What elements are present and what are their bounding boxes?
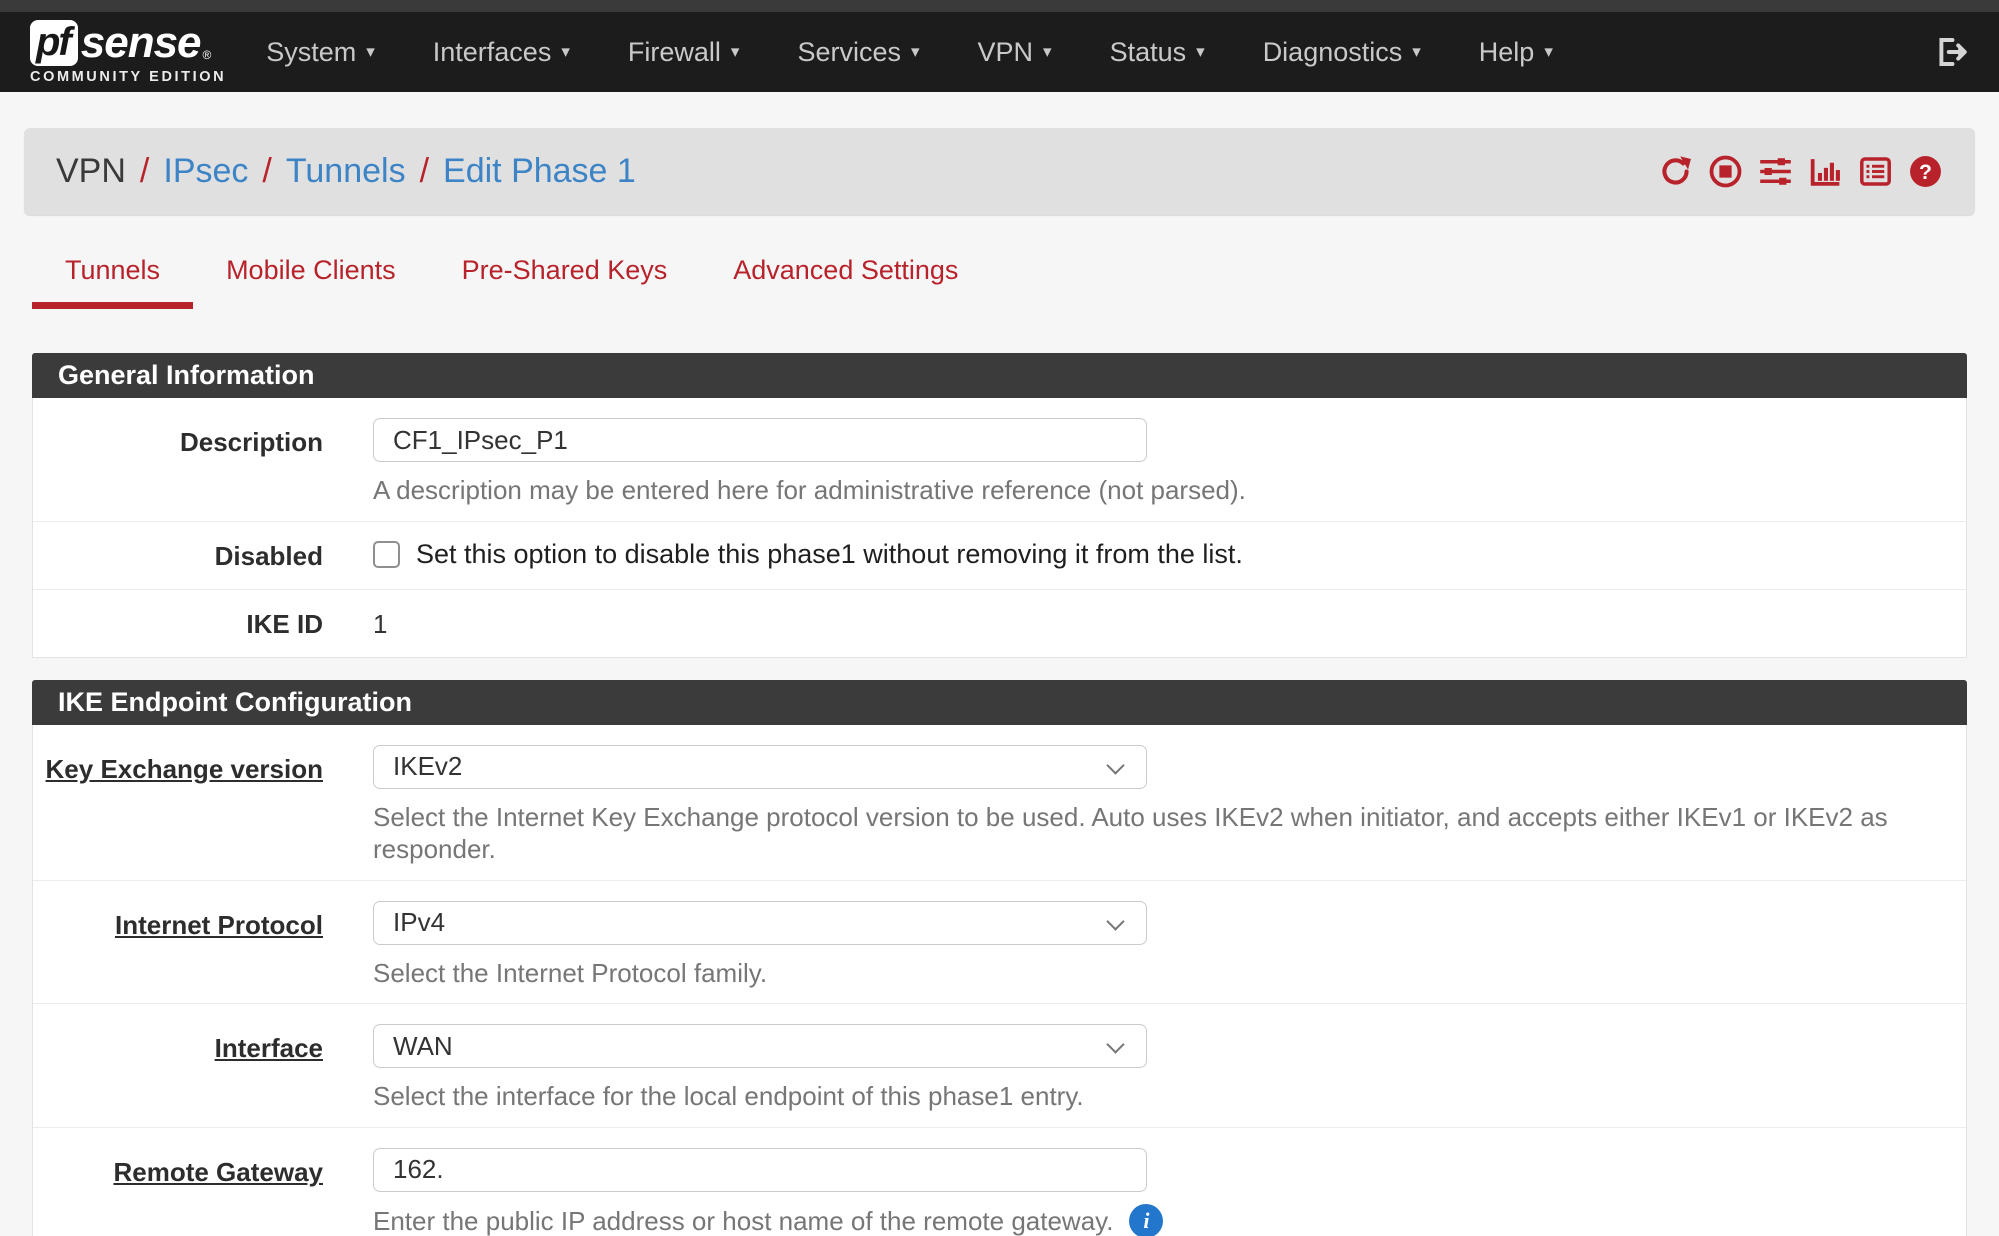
general-information-panel: General Information Description A descri… (32, 353, 1967, 658)
interface-help: Select the interface for the local endpo… (373, 1080, 1966, 1113)
panel-title: General Information (32, 353, 1967, 398)
registered-mark: ® (203, 48, 212, 62)
bar-chart-icon[interactable] (1808, 154, 1843, 189)
breadcrumb-separator: / (262, 152, 271, 191)
caret-down-icon: ▾ (911, 42, 920, 62)
breadcrumb-separator: / (420, 152, 429, 191)
nav-item-vpn[interactable]: VPN ▾ (978, 37, 1052, 68)
refresh-icon[interactable] (1658, 154, 1693, 189)
breadcrumb-edit-phase1[interactable]: Edit Phase 1 (443, 152, 636, 191)
interface-selected-value: WAN (393, 1031, 453, 1062)
breadcrumb-bar: VPN / IPsec / Tunnels / Edit Phase 1 (24, 128, 1975, 215)
nav-item-services[interactable]: Services ▾ (797, 37, 919, 68)
key-exchange-selected-value: IKEv2 (393, 751, 462, 782)
caret-down-icon: ▾ (1412, 42, 1421, 62)
caret-down-icon: ▾ (1043, 42, 1052, 62)
pfsense-logo-sense: sense (81, 21, 201, 65)
top-strip (0, 0, 1999, 12)
panel-title: IKE Endpoint Configuration (32, 680, 1967, 725)
nav-item-firewall[interactable]: Firewall ▾ (628, 37, 740, 68)
interface-row: Interface WAN Select the interface for t… (33, 1003, 1966, 1127)
key-exchange-label: Key Exchange version (33, 745, 323, 866)
info-icon[interactable]: i (1129, 1204, 1163, 1236)
interface-select[interactable]: WAN (373, 1024, 1147, 1068)
breadcrumb: VPN / IPsec / Tunnels / Edit Phase 1 (56, 152, 636, 191)
tab-tunnels[interactable]: Tunnels (32, 255, 193, 309)
nav-item-help[interactable]: Help ▾ (1479, 37, 1553, 68)
sliders-icon[interactable] (1758, 154, 1793, 189)
internet-protocol-selected-value: IPv4 (393, 907, 445, 938)
breadcrumb-tunnels[interactable]: Tunnels (286, 152, 406, 191)
tab-mobile-clients[interactable]: Mobile Clients (193, 255, 429, 309)
ike-endpoint-panel: IKE Endpoint Configuration Key Exchange … (32, 680, 1967, 1236)
disabled-row: Disabled Set this option to disable this… (33, 521, 1966, 589)
breadcrumb-separator: / (140, 152, 149, 191)
caret-down-icon: ▾ (561, 42, 570, 62)
nav-item-system[interactable]: System ▾ (266, 37, 375, 68)
community-edition-label: COMMUNITY EDITION (30, 69, 226, 85)
ike-id-label: IKE ID (33, 607, 323, 640)
ike-id-value: 1 (373, 607, 1966, 640)
main-navbar: pf sense ® COMMUNITY EDITION System ▾ In… (0, 12, 1999, 92)
key-exchange-help: Select the Internet Key Exchange protoco… (373, 801, 1966, 866)
pfsense-logo-pf: pf (30, 20, 78, 66)
caret-down-icon: ▾ (1196, 42, 1205, 62)
caret-down-icon: ▾ (1544, 42, 1553, 62)
internet-protocol-row: Internet Protocol IPv4 Select the Intern… (33, 880, 1966, 1004)
disabled-label: Disabled (33, 539, 323, 572)
description-row: Description A description may be entered… (33, 398, 1966, 521)
pfsense-logo[interactable]: pf sense ® COMMUNITY EDITION (30, 20, 226, 85)
key-exchange-version-select[interactable]: IKEv2 (373, 745, 1147, 789)
breadcrumb-vpn: VPN (56, 152, 126, 191)
remote-gateway-help: Enter the public IP address or host name… (373, 1204, 1966, 1236)
key-exchange-row: Key Exchange version IKEv2 Select the In… (33, 725, 1966, 880)
remote-gateway-input[interactable] (373, 1148, 1147, 1192)
tab-advanced-settings[interactable]: Advanced Settings (700, 255, 991, 309)
description-label: Description (33, 418, 323, 507)
internet-protocol-select[interactable]: IPv4 (373, 901, 1147, 945)
internet-protocol-help: Select the Internet Protocol family. (373, 957, 1966, 990)
breadcrumb-ipsec[interactable]: IPsec (163, 152, 248, 191)
interface-label: Interface (33, 1024, 323, 1113)
internet-protocol-label: Internet Protocol (33, 901, 323, 990)
log-list-icon[interactable] (1858, 154, 1893, 189)
caret-down-icon: ▾ (366, 42, 375, 62)
description-input[interactable] (373, 418, 1147, 462)
help-circle-icon[interactable]: ? (1908, 154, 1943, 189)
nav-item-diagnostics[interactable]: Diagnostics ▾ (1263, 37, 1421, 68)
disabled-checkbox-label: Set this option to disable this phase1 w… (416, 539, 1243, 570)
breadcrumb-actions: ? (1658, 154, 1943, 189)
tab-bar: Tunnels Mobile Clients Pre-Shared Keys A… (32, 255, 1975, 309)
disabled-checkbox[interactable] (373, 541, 400, 568)
caret-down-icon: ▾ (731, 42, 740, 62)
svg-text:?: ? (1919, 161, 1932, 184)
page-content: VPN / IPsec / Tunnels / Edit Phase 1 (0, 128, 1999, 1236)
ike-id-row: IKE ID 1 (33, 589, 1966, 657)
nav-item-status[interactable]: Status ▾ (1110, 37, 1205, 68)
sign-out-icon[interactable] (1933, 34, 1969, 70)
chevron-down-icon (1106, 1036, 1124, 1054)
chevron-down-icon (1106, 756, 1124, 774)
remote-gateway-label: Remote Gateway (33, 1148, 323, 1236)
nav-menu: System ▾ Interfaces ▾ Firewall ▾ Service… (266, 37, 1553, 68)
remote-gateway-row: Remote Gateway Enter the public IP addre… (33, 1127, 1966, 1236)
tab-pre-shared-keys[interactable]: Pre-Shared Keys (429, 255, 701, 309)
chevron-down-icon (1106, 912, 1124, 930)
nav-item-interfaces[interactable]: Interfaces ▾ (433, 37, 570, 68)
description-help: A description may be entered here for ad… (373, 474, 1966, 507)
stop-circle-icon[interactable] (1708, 154, 1743, 189)
